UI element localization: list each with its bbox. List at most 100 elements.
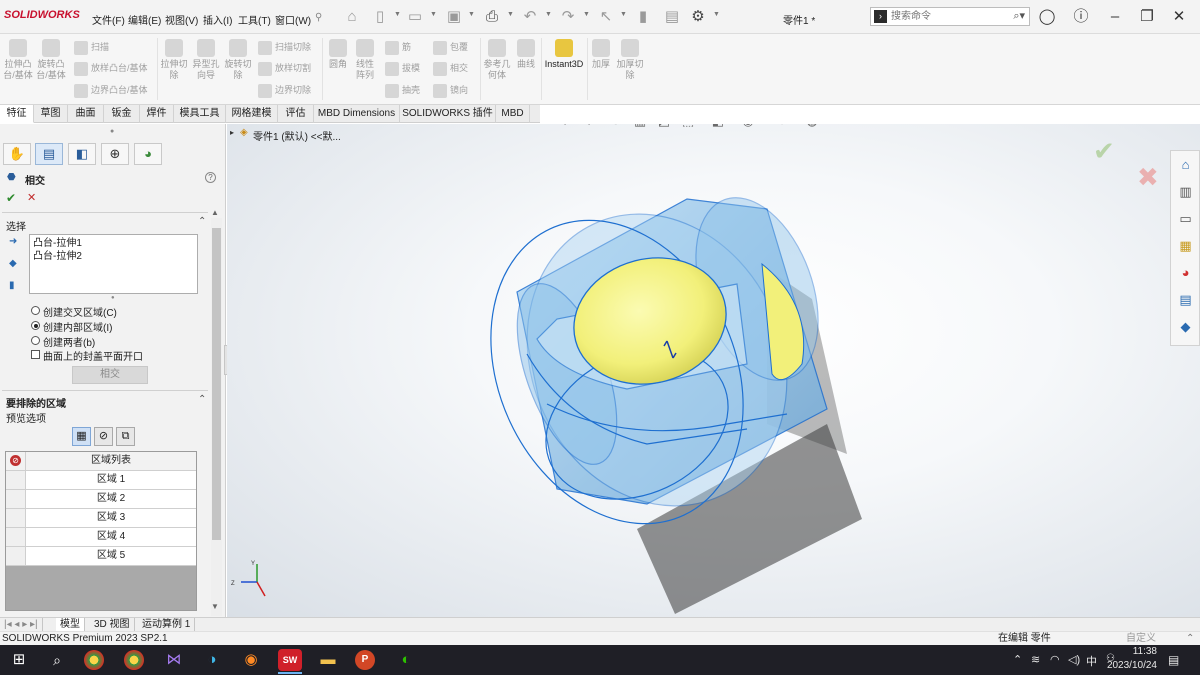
view-palette-icon[interactable]: ▦ <box>1175 235 1196 256</box>
view-orientation-icon[interactable]: ⬚ <box>679 124 697 130</box>
design-library-icon[interactable]: ▥ <box>1175 181 1196 202</box>
tab-model[interactable]: 模型 <box>56 618 85 631</box>
property-manager-tab-icon[interactable]: ▤ <box>35 143 63 165</box>
tab-mold-tools[interactable]: 模具工具 <box>174 105 226 123</box>
confirm-cancel-icon[interactable]: ✖ <box>1137 162 1159 193</box>
radio-create-internal[interactable] <box>31 321 40 330</box>
panel-splitter-handle[interactable]: ● <box>110 128 114 135</box>
redo-icon[interactable]: ↷ <box>558 7 578 27</box>
tab-mbd[interactable]: MBD <box>496 105 530 123</box>
solidworks-taskbar-icon[interactable]: SW <box>278 649 302 671</box>
preview-included-icon[interactable]: ▦ <box>72 427 91 446</box>
display-style-icon[interactable]: ◧ <box>709 124 727 130</box>
options-gear-icon[interactable]: ⚙ <box>688 7 708 27</box>
ok-check-icon[interactable]: ✔ <box>6 191 16 205</box>
save-icon[interactable]: ▣ <box>444 7 464 27</box>
tab-3d-view[interactable]: 3D 视图 <box>90 618 135 631</box>
status-expand-icon[interactable]: ⌃ <box>1186 632 1194 646</box>
tab-features[interactable]: 特征 <box>0 105 34 123</box>
configuration-manager-tab-icon[interactable]: ◧ <box>68 143 96 165</box>
close-window-icon[interactable]: ✕ <box>1168 6 1190 28</box>
dynamic-annotation-icon[interactable]: ◩ <box>655 124 673 130</box>
pin-icon[interactable]: ⚲ <box>315 12 322 23</box>
list-resize-handle[interactable]: ● <box>111 295 115 301</box>
tab-solidworks-addins[interactable]: SOLIDWORKS 插件 <box>400 105 496 123</box>
solidworks-resources-icon[interactable]: ⌂ <box>1175 154 1196 175</box>
solidworks-forum-icon[interactable]: ◆ <box>1175 316 1196 337</box>
file-explorer-icon[interactable]: ▭ <box>1175 208 1196 229</box>
thicken-button[interactable]: 加厚 <box>590 39 612 70</box>
tree-expand-icon[interactable]: ▸ <box>230 128 234 137</box>
scroll-down-icon[interactable]: ▼ <box>211 602 219 611</box>
viewport-maximize-icon[interactable]: ❐ <box>1151 124 1169 128</box>
viewport-close-icon[interactable]: ✕ <box>1175 124 1193 128</box>
graphics-area[interactable]: Y Z ▸ ◈ 零件1 (默认) <<默... ⌕ ⌕ ↺ ▥ ◩ ⬚ ◧ ◉ … <box>227 124 1200 617</box>
tab-evaluate[interactable]: 评估 <box>278 105 314 123</box>
swept-cut-button[interactable]: 扫描切除 <box>258 39 311 55</box>
selected-bodies-list[interactable]: 凸台-拉伸1 凸台-拉伸2 <box>29 234 198 294</box>
previous-view-icon[interactable]: ↺ <box>607 124 625 130</box>
section-view-icon[interactable]: ▥ <box>631 124 649 130</box>
appearances-icon[interactable]: ◕ <box>1175 262 1196 283</box>
save-dropdown-icon[interactable]: ▼ <box>468 11 475 18</box>
table-row[interactable]: 区域 4 <box>6 528 196 547</box>
loft-boss-button[interactable]: 放样凸台/基体 <box>74 60 148 76</box>
menu-view[interactable]: 视图(V) <box>165 12 198 27</box>
options-dropdown-icon[interactable]: ▼ <box>713 11 720 18</box>
menu-window[interactable]: 窗口(W) <box>275 12 311 27</box>
tab-surfaces[interactable]: 曲面 <box>68 105 104 123</box>
edit-appearance-icon[interactable]: ● <box>773 124 791 130</box>
thicken-cut-button[interactable]: 加厚切除 <box>615 39 645 81</box>
undo-dropdown-icon[interactable]: ▼ <box>545 11 552 18</box>
tab-nav-arrows-icon[interactable]: |◂ ◂ ▸ ▸| <box>0 618 43 631</box>
home-icon[interactable]: ⌂ <box>342 7 362 27</box>
notification-icon[interactable]: ▤ <box>1168 653 1179 667</box>
feature-tree-root[interactable]: 零件1 (默认) <<默... <box>253 128 341 143</box>
tab-mesh-modeling[interactable]: 网格建模 <box>226 105 278 123</box>
custom-properties-icon[interactable]: ▤ <box>1175 289 1196 310</box>
boundary-boss-button[interactable]: 边界凸台/基体 <box>74 82 148 98</box>
wrap-button[interactable]: 包覆 <box>433 39 468 55</box>
extrude-boss-button[interactable]: 拉伸凸台/基体 <box>3 39 33 81</box>
curves-button[interactable]: 曲线 <box>513 39 539 70</box>
wifi-icon[interactable]: ◠ <box>1050 653 1060 666</box>
volume-icon[interactable]: ◁) <box>1068 653 1080 666</box>
scroll-up-icon[interactable]: ▲ <box>211 208 219 217</box>
print-icon[interactable]: ⎙ <box>482 7 502 27</box>
minimize-icon[interactable]: – <box>1104 6 1126 28</box>
fillet-button[interactable]: 圆角 <box>325 39 351 70</box>
file-explorer-taskbar-icon[interactable]: ▬ <box>316 649 340 671</box>
tray-overflow-icon[interactable]: ⌃ <box>1013 653 1022 666</box>
new-dropdown-icon[interactable]: ▼ <box>394 11 401 18</box>
view-settings-icon[interactable]: ▭ <box>833 124 851 130</box>
print-dropdown-icon[interactable]: ▼ <box>507 11 514 18</box>
mirror-button[interactable]: 镜向 <box>433 82 468 98</box>
help-icon[interactable]: ? <box>205 172 216 183</box>
tab-sketch[interactable]: 草图 <box>34 105 68 123</box>
new-document-icon[interactable]: ▯ <box>370 7 390 27</box>
preview-both-icon[interactable]: ⧉ <box>116 427 135 446</box>
undo-icon[interactable]: ↶ <box>520 7 540 27</box>
powerpoint-icon[interactable]: P <box>355 650 375 670</box>
viewport-restore-icon[interactable]: ▫ <box>1079 124 1097 128</box>
table-row[interactable]: 区域 3 <box>6 509 196 528</box>
revolve-cut-button[interactable]: 旋转切除 <box>224 39 252 81</box>
customize-status[interactable]: 自定义 <box>1126 632 1156 646</box>
table-row[interactable]: 区域 1 <box>6 471 196 490</box>
lofted-cut-button[interactable]: 放样切割 <box>258 60 311 76</box>
chrome-icon[interactable] <box>84 650 104 670</box>
revolve-boss-button[interactable]: 旋转凸台/基体 <box>36 39 66 81</box>
instant3d-button[interactable]: Instant3D <box>543 39 585 70</box>
open-dropdown-icon[interactable]: ▼ <box>430 11 437 18</box>
search-taskbar-icon[interactable]: ⌕ <box>45 649 69 671</box>
sweep-button[interactable]: 扫描 <box>74 39 109 55</box>
menu-file[interactable]: 文件(F) <box>92 12 125 27</box>
intersect-button[interactable]: 相交 <box>72 366 148 384</box>
exclude-checkbox-cell[interactable] <box>6 490 26 508</box>
redo-dropdown-icon[interactable]: ▼ <box>583 11 590 18</box>
select-dropdown-icon[interactable]: ▼ <box>620 11 627 18</box>
cap-planar-openings-checkbox[interactable] <box>31 350 40 359</box>
tab-sheet-metal[interactable]: 钣金 <box>104 105 140 123</box>
collapse-exclude-icon[interactable]: ⌃ <box>198 394 206 405</box>
menu-insert[interactable]: 插入(I) <box>203 12 232 27</box>
